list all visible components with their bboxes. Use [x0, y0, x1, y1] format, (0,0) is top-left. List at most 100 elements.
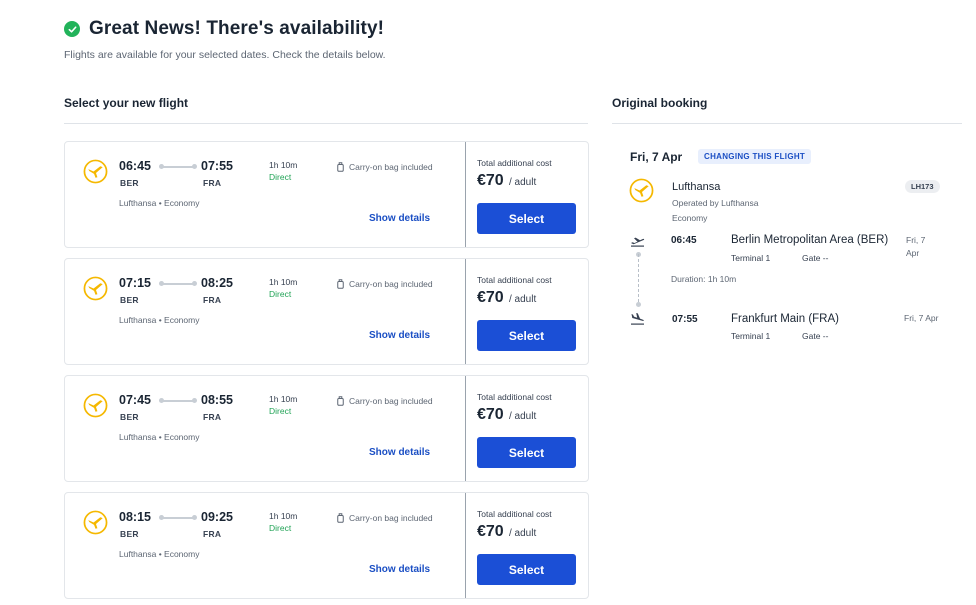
route-line: [159, 398, 197, 403]
arrival-time: 08:55: [201, 393, 233, 407]
total-cost-label: Total additional cost: [477, 275, 552, 285]
availability-header: Great News! There's availability! Flight…: [64, 18, 386, 61]
flight-duration: 1h 10m: [269, 160, 298, 170]
lufthansa-logo-icon: [83, 276, 108, 301]
price-amount: €70: [477, 523, 504, 540]
carrier-cabin-text: Lufthansa • Economy: [119, 549, 200, 559]
flight-duration: 1h 10m: [269, 511, 298, 521]
carry-on-bag-icon: [337, 513, 344, 523]
new-flight-divider: [64, 123, 588, 124]
price-per-unit: / adult: [509, 411, 537, 422]
cabin-class-text: Economy: [672, 213, 708, 223]
price-amount: €70: [477, 406, 504, 423]
departure-time: 07:45: [119, 393, 151, 407]
bag-allowance-text: Carry-on bag included: [349, 279, 433, 289]
original-arrival-date: Fri, 7 Apr: [904, 313, 939, 323]
bag-allowance-text: Carry-on bag included: [349, 396, 433, 406]
departure-terminal: Terminal 1: [731, 253, 771, 263]
original-departure-time: 06:45: [671, 235, 697, 246]
show-details-link[interactable]: Show details: [369, 330, 430, 341]
show-details-link[interactable]: Show details: [369, 447, 430, 458]
departure-time: 07:15: [119, 276, 151, 290]
flight-option-card: 07:15 BER 08:25 FRA 1h 10m Direct Carry-…: [64, 258, 589, 365]
select-flight-button[interactable]: Select: [477, 554, 576, 585]
flight-option-card: 08:15 BER 09:25 FRA 1h 10m Direct Carry-…: [64, 492, 589, 599]
price-amount: €70: [477, 289, 504, 306]
operated-by-text: Operated by Lufthansa: [672, 198, 759, 208]
carrier-cabin-text: Lufthansa • Economy: [119, 198, 200, 208]
page-title: Great News! There's availability!: [89, 18, 385, 39]
carry-on-bag-icon: [337, 279, 344, 289]
bag-allowance-text: Carry-on bag included: [349, 513, 433, 523]
departure-airport-code: BER: [120, 412, 139, 422]
stops-label: Direct: [269, 406, 292, 416]
stops-label: Direct: [269, 289, 292, 299]
route-line: [159, 281, 197, 286]
card-divider: [465, 142, 466, 247]
total-cost-label: Total additional cost: [477, 509, 552, 519]
arrival-time: 08:25: [201, 276, 233, 290]
bag-allowance-text: Carry-on bag included: [349, 162, 433, 172]
arrival-airport-code: FRA: [203, 412, 222, 422]
page-subtitle: Flights are available for your selected …: [64, 49, 386, 61]
takeoff-icon: [631, 237, 645, 247]
header-title-row: Great News! There's availability!: [64, 18, 386, 40]
arrival-airport-code: FRA: [203, 295, 222, 305]
check-circle-icon: [64, 21, 80, 37]
card-divider: [465, 493, 466, 598]
original-departure-airport: Berlin Metropolitan Area (BER): [731, 234, 889, 246]
flight-duration: 1h 10m: [269, 394, 298, 404]
stops-label: Direct: [269, 523, 292, 533]
timeline-dot: [636, 302, 641, 307]
total-cost-label: Total additional cost: [477, 392, 552, 402]
arrival-time: 09:25: [201, 510, 233, 524]
departure-airport-code: BER: [120, 295, 139, 305]
card-divider: [465, 259, 466, 364]
departure-gate: Gate --: [802, 253, 829, 263]
arrival-airport-code: FRA: [203, 529, 222, 539]
original-booking-divider: [612, 123, 962, 124]
total-cost-label: Total additional cost: [477, 158, 552, 168]
price-amount: €70: [477, 172, 504, 189]
departure-time: 08:15: [119, 510, 151, 524]
departure-time: 06:45: [119, 159, 151, 173]
carrier-cabin-text: Lufthansa • Economy: [119, 432, 200, 442]
arrival-gate: Gate --: [802, 331, 829, 341]
route-line: [159, 515, 197, 520]
original-departure-date: Fri, 7 Apr: [906, 235, 926, 258]
departure-airport-code: BER: [120, 529, 139, 539]
carry-on-bag-icon: [337, 396, 344, 406]
arrival-time: 07:55: [201, 159, 233, 173]
show-details-link[interactable]: Show details: [369, 564, 430, 575]
timeline-line: [638, 254, 639, 302]
changing-flight-badge: CHANGING THIS FLIGHT: [698, 149, 812, 164]
flight-number-badge: LH173: [905, 180, 940, 193]
select-flight-button[interactable]: Select: [477, 320, 576, 351]
departure-airport-code: BER: [120, 178, 139, 188]
lufthansa-logo-icon: [629, 178, 654, 203]
new-flight-section-title: Select your new flight: [64, 96, 189, 110]
lufthansa-logo-icon: [83, 393, 108, 418]
stops-label: Direct: [269, 172, 292, 182]
carrier-cabin-text: Lufthansa • Economy: [119, 315, 200, 325]
price-per-unit: / adult: [509, 528, 537, 539]
arrival-airport-code: FRA: [203, 178, 222, 188]
price-per-unit: / adult: [509, 177, 537, 188]
route-line: [159, 164, 197, 169]
original-arrival-time: 07:55: [672, 314, 698, 325]
select-flight-button[interactable]: Select: [477, 203, 576, 234]
lufthansa-logo-icon: [83, 159, 108, 184]
arrival-terminal: Terminal 1: [731, 331, 771, 341]
original-booking-section-title: Original booking: [612, 96, 708, 110]
flight-option-card: 07:45 BER 08:55 FRA 1h 10m Direct Carry-…: [64, 375, 589, 482]
lufthansa-logo-icon: [83, 510, 108, 535]
show-details-link[interactable]: Show details: [369, 213, 430, 224]
carry-on-bag-icon: [337, 162, 344, 172]
price-per-unit: / adult: [509, 294, 537, 305]
original-duration: Duration: 1h 10m: [671, 274, 737, 284]
flight-duration: 1h 10m: [269, 277, 298, 287]
flight-option-card: 06:45 BER 07:55 FRA 1h 10m Direct Carry-…: [64, 141, 589, 248]
select-flight-button[interactable]: Select: [477, 437, 576, 468]
card-divider: [465, 376, 466, 481]
original-flight-date: Fri, 7 Apr: [630, 150, 683, 164]
